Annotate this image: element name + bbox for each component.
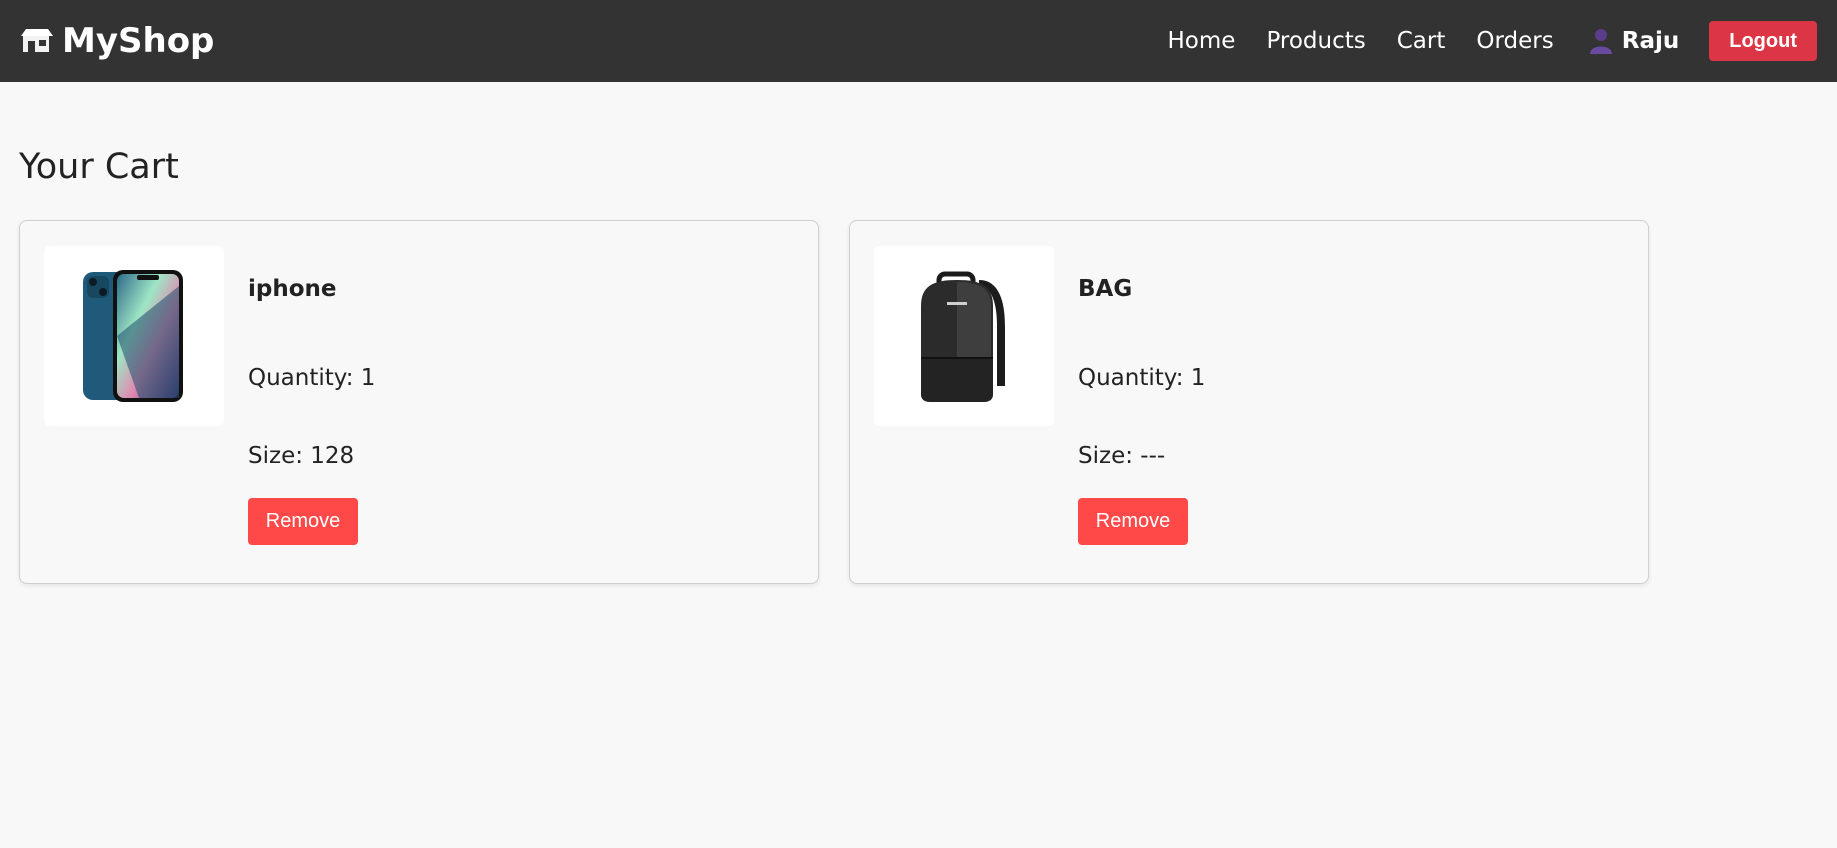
- item-quantity: Quantity: 1: [248, 365, 376, 391]
- iphone-image: [44, 246, 224, 426]
- shop-icon: [20, 26, 54, 56]
- user-icon: [1589, 28, 1612, 54]
- navbar: MyShop Home Products Cart Orders Raju Lo…: [0, 0, 1837, 82]
- nav-menu: Home Products Cart Orders Raju Logout: [1137, 0, 1817, 82]
- cart-list: iphone Quantity: 1 Size: 128 Remove BAG …: [19, 220, 1649, 584]
- brand-name: MyShop: [62, 21, 215, 61]
- nav-orders[interactable]: Orders: [1476, 28, 1553, 54]
- cart-item: iphone Quantity: 1 Size: 128 Remove: [19, 220, 819, 584]
- nav-products[interactable]: Products: [1266, 28, 1365, 54]
- logout-button[interactable]: Logout: [1709, 21, 1817, 61]
- cart-item: BAG Quantity: 1 Size: --- Remove: [849, 220, 1649, 584]
- item-size: Size: ---: [1078, 443, 1166, 469]
- brand[interactable]: MyShop: [20, 21, 214, 61]
- item-quantity: Quantity: 1: [1078, 365, 1206, 391]
- page-title: Your Cart: [19, 147, 179, 187]
- remove-button[interactable]: Remove: [1078, 498, 1188, 545]
- user-name: Raju: [1621, 28, 1680, 54]
- item-name: BAG: [1078, 276, 1133, 302]
- item-size: Size: 128: [248, 443, 355, 469]
- user-profile: Raju: [1589, 28, 1680, 54]
- backpack-image: [874, 246, 1054, 426]
- nav-cart[interactable]: Cart: [1397, 28, 1446, 54]
- remove-button[interactable]: Remove: [248, 498, 358, 545]
- nav-home[interactable]: Home: [1168, 28, 1236, 54]
- item-name: iphone: [248, 276, 337, 302]
- item-info: iphone Quantity: 1 Size: 128 Remove: [248, 246, 375, 558]
- item-info: BAG Quantity: 1 Size: --- Remove: [1078, 246, 1205, 558]
